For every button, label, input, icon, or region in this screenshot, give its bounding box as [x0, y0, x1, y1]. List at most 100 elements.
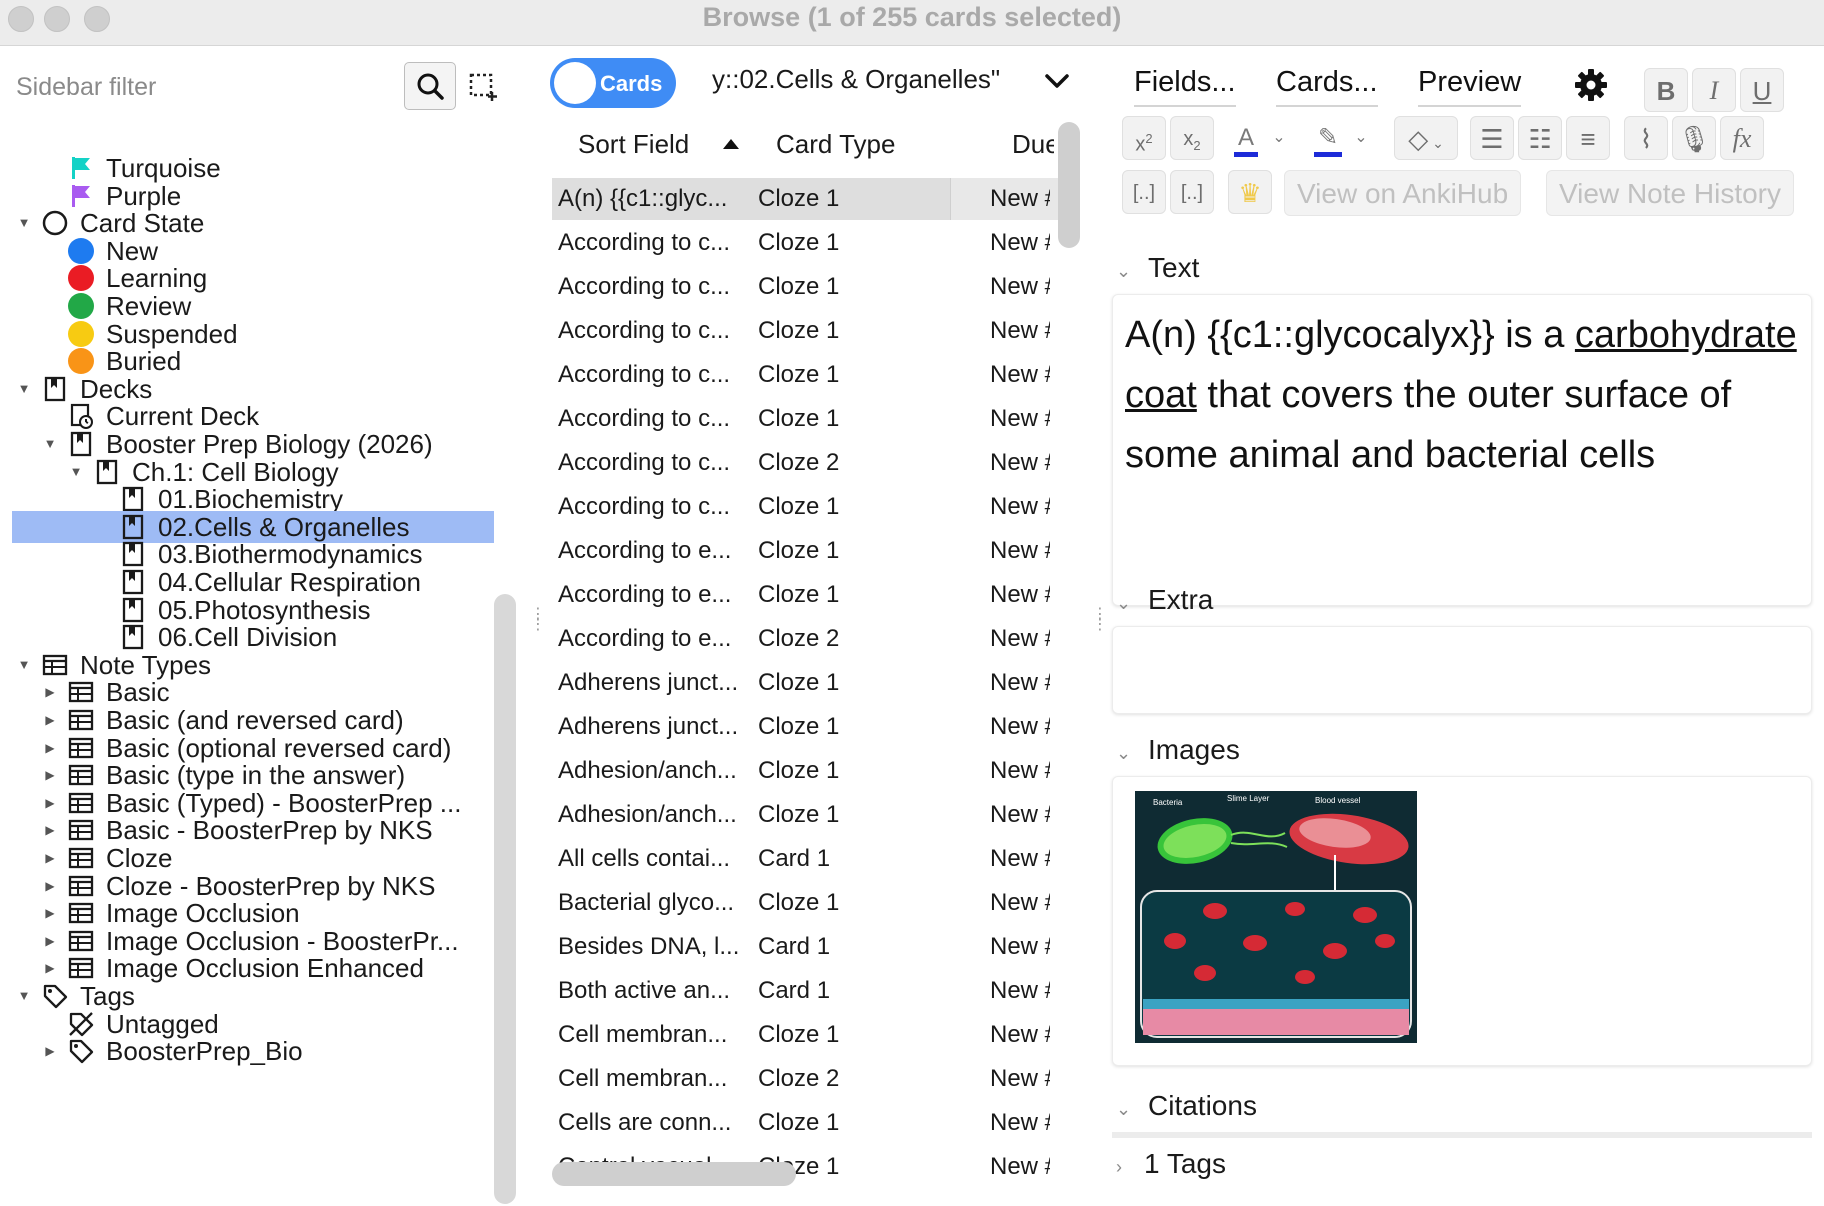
table-row[interactable]: Besides DNA, l... Card 1 New # [552, 926, 1064, 968]
sort-field-cell: Adherens junct... [558, 713, 739, 740]
column-header-due[interactable]: Due [1012, 122, 1054, 166]
sort-field-cell: Bacterial glyco... [558, 889, 735, 916]
circle-outline-icon [42, 210, 68, 236]
italic-button[interactable]: I [1692, 68, 1736, 112]
text-color-button[interactable]: A [1226, 116, 1266, 160]
due-cell: New # [990, 229, 1050, 256]
sidebar-item[interactable]: ▶ BoosterPrep_Bio [12, 1035, 494, 1067]
fields-button[interactable]: Fields... [1134, 66, 1236, 107]
disclosure-collapsed-icon[interactable]: ▶ [40, 1035, 60, 1067]
window-title: Browse (1 of 255 cards selected) [702, 2, 1122, 32]
cloze-button[interactable]: [..] [1122, 170, 1166, 214]
cloze-icon: [..] [1180, 182, 1204, 204]
column-header-label: Due [1012, 129, 1054, 159]
due-cell: New # [990, 317, 1050, 344]
record-audio-button[interactable]: 🎙 [1672, 116, 1716, 160]
gear-icon[interactable] [1574, 68, 1608, 107]
text-field-editor[interactable]: A(n) {{c1::glycocalyx}} is a carbohydrat… [1112, 294, 1812, 606]
preview-button[interactable]: Preview [1418, 66, 1522, 107]
view-note-history-button[interactable]: View Note History [1546, 170, 1795, 216]
chevron-down-icon[interactable]: ⌄ [1266, 116, 1292, 160]
due-cell: New # [990, 537, 1050, 564]
table-row[interactable]: Cell membran... Cloze 1 New # [552, 1014, 1064, 1056]
table-row[interactable]: According to c... Cloze 1 New # [552, 398, 1064, 440]
microphone-icon: 🎙 [1677, 124, 1711, 154]
table-row[interactable]: Cell membran... Cloze 2 New # [552, 1058, 1064, 1100]
field-header-images[interactable]: ⌄ Images [1116, 730, 1240, 770]
search-combobox[interactable]: y::02.Cells & Organelles" [712, 64, 1000, 95]
table-row[interactable]: Cells are conn... Cloze 1 New # [552, 1102, 1064, 1144]
due-cell: New # [990, 273, 1050, 300]
table-row[interactable]: Adherens junct... Cloze 1 New # [552, 706, 1064, 748]
field-header-text[interactable]: ⌄ Text [1116, 248, 1199, 288]
highlight-color-button[interactable]: ✎ [1308, 116, 1348, 160]
bullet-list-button[interactable]: ☰ [1470, 116, 1514, 160]
sort-field-cell: Besides DNA, l... [558, 933, 740, 960]
table-row[interactable]: Adhesion/anch... Cloze 1 New # [552, 794, 1064, 836]
chevron-down-icon: ⌄ [1116, 743, 1132, 763]
table-row[interactable]: According to c... Cloze 2 New # [552, 442, 1064, 484]
chevron-down-icon: ⌄ [1116, 593, 1132, 613]
column-header-sort-field[interactable]: Sort Field [578, 122, 689, 166]
sidebar: Sidebar filter Turquoise Purple ▼ Card Stat… [0, 46, 516, 1206]
table-row[interactable]: According to c... Cloze 1 New # [552, 310, 1064, 352]
chevron-down-icon[interactable]: ⌄ [1348, 116, 1374, 160]
table-vertical-scrollbar[interactable] [1058, 122, 1080, 248]
sidebar-scrollbar[interactable] [494, 594, 516, 1204]
sidebar-filter-input[interactable]: Sidebar filter [16, 73, 156, 102]
table-row[interactable]: According to e... Cloze 1 New # [552, 574, 1064, 616]
table-row[interactable]: Both active an... Card 1 New # [552, 970, 1064, 1012]
deck-icon [68, 431, 94, 457]
cards-notes-toggle[interactable]: Cards [550, 58, 676, 108]
table-horizontal-scrollbar[interactable] [552, 1162, 796, 1186]
card-type-cell: Cloze 1 [758, 1021, 840, 1048]
crown-icon: ♛ [1238, 178, 1262, 208]
tags-editor-header[interactable]: › 1 Tags [1116, 1144, 1226, 1184]
sidebar-search-button[interactable] [404, 62, 456, 110]
field-header-citations[interactable]: ⌄ Citations [1116, 1086, 1257, 1126]
cards-button[interactable]: Cards... [1276, 66, 1378, 107]
sort-field-cell: According to c... [558, 449, 731, 476]
editor-splitter[interactable]: ⋮ ⋮ [1092, 607, 1108, 640]
table-row[interactable]: Adherens junct... Cloze 1 New # [552, 662, 1064, 704]
table-row[interactable]: According to e... Cloze 1 New # [552, 530, 1064, 572]
function-icon: fx [1732, 124, 1752, 153]
field-header-extra[interactable]: ⌄ Extra [1116, 580, 1213, 620]
note-type-icon [68, 817, 94, 843]
align-button[interactable]: ≡ [1566, 116, 1610, 160]
table-row[interactable]: A(n) {{c1::glyc... Cloze 1 New # [552, 178, 1064, 220]
numbered-list-button[interactable]: ☷ [1518, 116, 1562, 160]
math-button[interactable]: fx [1720, 116, 1764, 160]
table-row[interactable]: Bacterial glyco... Cloze 1 New # [552, 882, 1064, 924]
images-field-editor[interactable]: Bacteria Slime Layer Blood vessel [1112, 776, 1812, 1066]
selection-tool-icon[interactable] [468, 72, 498, 102]
table-row[interactable]: Adhesion/anch... Cloze 1 New # [552, 750, 1064, 792]
table-row[interactable]: According to c... Cloze 1 New # [552, 266, 1064, 308]
card-type-cell: Cloze 1 [758, 361, 840, 388]
text-color-icon: A [1233, 124, 1258, 157]
chevron-down-icon[interactable] [1042, 66, 1072, 96]
ankihub-crown-button[interactable]: ♛ [1228, 170, 1272, 214]
extra-field-editor[interactable] [1112, 626, 1812, 714]
attach-button[interactable]: ⌇ [1624, 116, 1668, 160]
table-row[interactable]: According to c... Cloze 1 New # [552, 486, 1064, 528]
untagged-icon [68, 1011, 94, 1037]
table-row[interactable]: All cells contai... Card 1 New # [552, 838, 1064, 880]
bold-button[interactable]: B [1644, 68, 1688, 112]
bullet-list-icon: ☰ [1480, 124, 1504, 154]
card-type-cell: Cloze 1 [758, 1109, 840, 1136]
underline-button[interactable]: U [1740, 68, 1784, 112]
table-row[interactable]: According to c... Cloze 1 New # [552, 354, 1064, 396]
view-on-ankihub-button[interactable]: View on AnkiHub [1284, 170, 1522, 216]
card-type-cell: Cloze 1 [758, 669, 840, 696]
field-label: Text [1148, 252, 1200, 283]
cloze-same-button[interactable]: [..] [1170, 170, 1214, 214]
subscript-button[interactable]: x2 [1170, 116, 1214, 160]
table-row[interactable]: According to e... Cloze 2 New # [552, 618, 1064, 660]
eraser-button[interactable]: ◇ ⌄ [1394, 116, 1458, 160]
column-header-card-type[interactable]: Card Type [776, 122, 895, 166]
table-row[interactable]: According to c... Cloze 1 New # [552, 222, 1064, 264]
sidebar-splitter[interactable]: ⋮ ⋮ [530, 607, 546, 640]
superscript-button[interactable]: x2 [1122, 116, 1166, 160]
card-type-cell: Cloze 1 [758, 405, 840, 432]
